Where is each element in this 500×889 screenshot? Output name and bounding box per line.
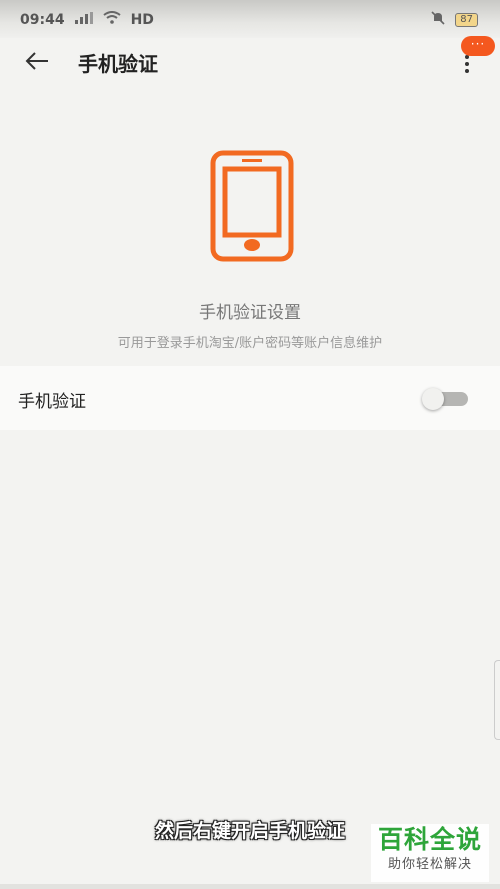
toggle-knob (422, 388, 444, 410)
signal-icon (74, 11, 93, 28)
wifi-icon (102, 11, 121, 28)
phone-verification-row[interactable]: 手机验证 (0, 366, 500, 430)
phone-icon (210, 150, 294, 262)
status-left: 09:44 HD (20, 11, 154, 28)
phone-verification-toggle[interactable] (422, 388, 468, 410)
status-time: 09:44 (20, 11, 65, 28)
page-title: 手机验证 (78, 52, 158, 76)
status-bar: 09:44 HD 87 (0, 0, 500, 38)
watermark-sub: 助你轻松解决 (387, 857, 472, 872)
network-label: HD (130, 11, 154, 28)
status-right: 87 (431, 10, 478, 29)
edge-handle[interactable] (494, 660, 500, 740)
setup-title: 手机验证设置 (199, 303, 301, 323)
back-arrow-icon[interactable] (22, 46, 52, 76)
notification-badge[interactable]: ··· (461, 36, 495, 56)
app-bar: 手机验证 (0, 38, 500, 84)
watermark-logo: 百科全说 助你轻松解决 (371, 824, 489, 882)
bottom-divider (0, 884, 500, 889)
setting-label: 手机验证 (18, 392, 86, 412)
mute-icon (431, 10, 445, 29)
battery-icon: 87 (455, 12, 478, 27)
watermark-main: 百科全说 (377, 825, 482, 854)
setup-description: 可用于登录手机淘宝/账户密码等账户信息维护 (117, 336, 383, 351)
